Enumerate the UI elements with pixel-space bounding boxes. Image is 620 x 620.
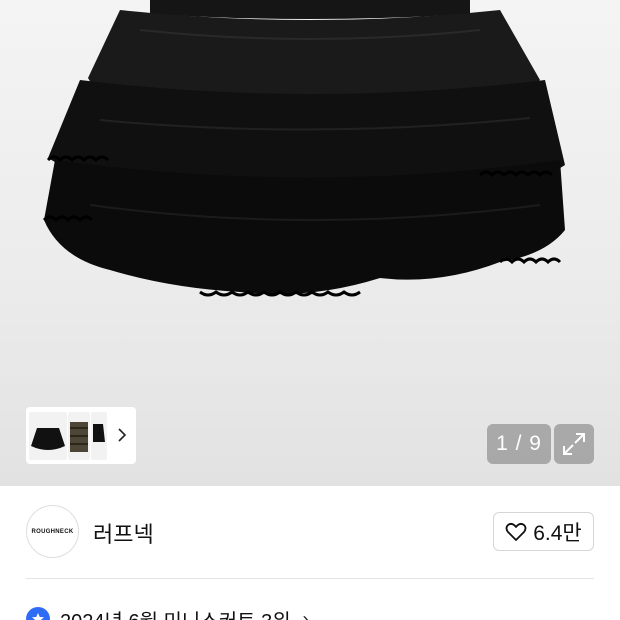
- brand-row: ROUGHNECK 러프넥 6.4만: [0, 486, 620, 578]
- like-count: 6.4만: [533, 521, 582, 545]
- brand-logo[interactable]: ROUGHNECK: [26, 505, 79, 558]
- brand-logo-text: ROUGHNECK: [31, 528, 74, 535]
- expand-button[interactable]: [554, 424, 594, 464]
- image-counter: 1 / 9: [487, 424, 551, 464]
- chevron-right-icon[interactable]: [116, 426, 128, 444]
- thumbnail-1[interactable]: [29, 411, 67, 460]
- brand-name[interactable]: 러프넥: [93, 517, 154, 549]
- heart-icon: [505, 522, 527, 541]
- expand-icon: [563, 433, 585, 455]
- ranking-link[interactable]: 2024년 6월 미니스커트 3위 ›: [26, 604, 309, 620]
- thumbnail-3[interactable]: [91, 411, 107, 460]
- ranking-text: 2024년 6월 미니스커트 3위: [60, 605, 291, 620]
- product-image-gallery[interactable]: 1 / 9: [0, 0, 620, 486]
- thumbnail-strip[interactable]: [26, 407, 136, 464]
- divider: [26, 578, 594, 579]
- like-button[interactable]: 6.4만: [493, 512, 594, 551]
- chevron-right-icon: ›: [302, 608, 309, 620]
- thumbnail-2[interactable]: [68, 411, 90, 460]
- star-badge-icon: [26, 607, 50, 620]
